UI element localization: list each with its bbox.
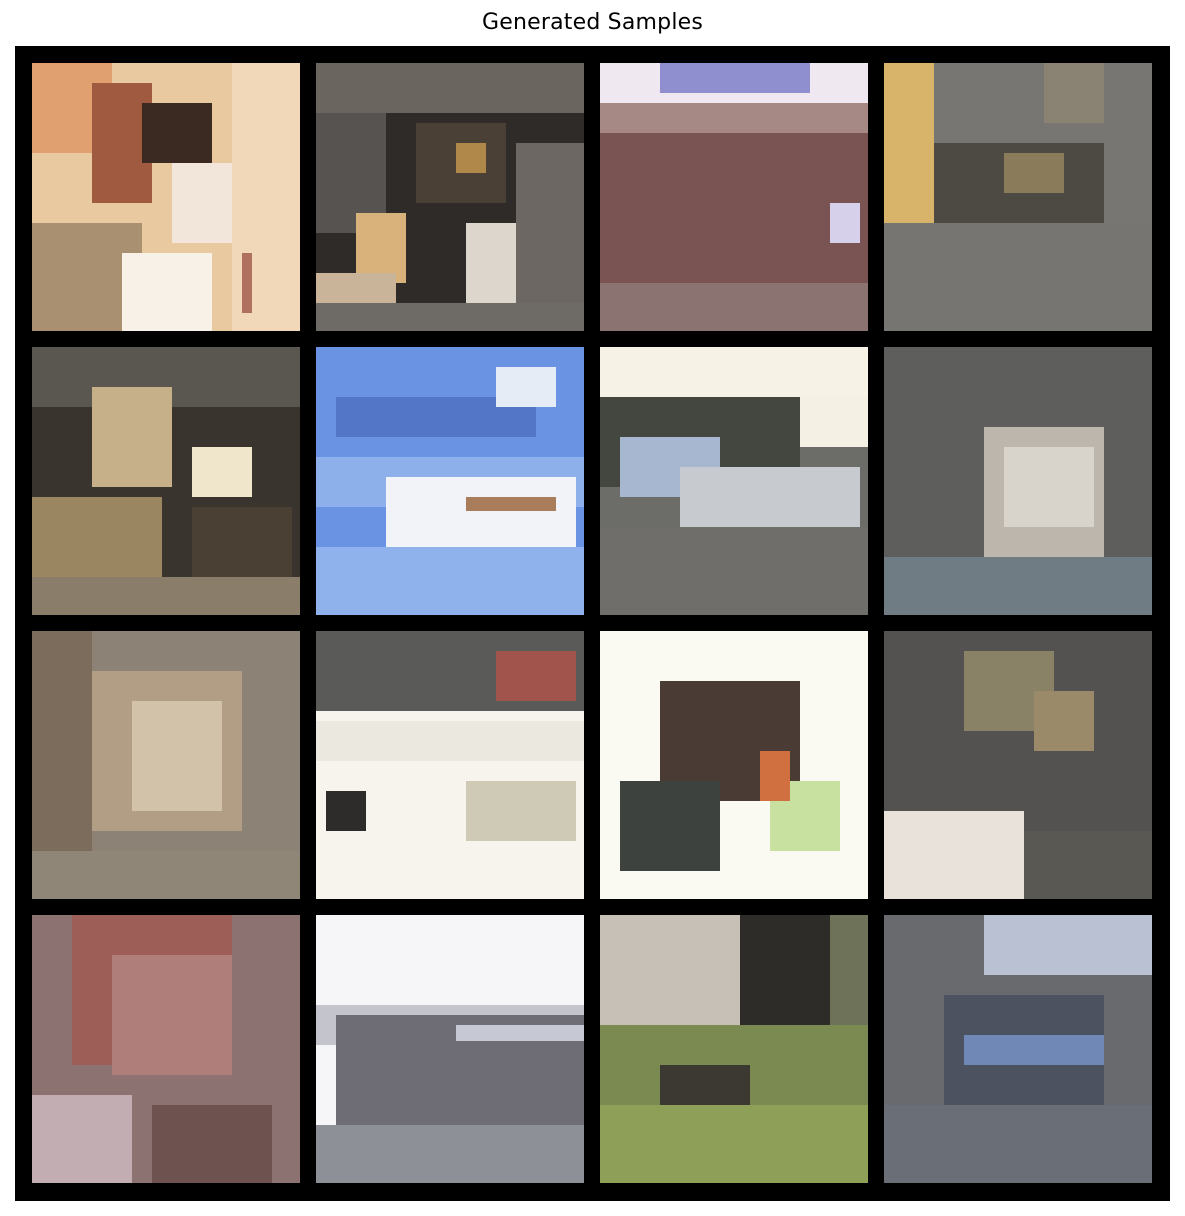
sample-image-8 — [884, 347, 1152, 615]
sample-image-13 — [32, 915, 300, 1183]
sample-grid — [15, 46, 1170, 1201]
sample-image-12 — [884, 631, 1152, 899]
sample-image-16 — [884, 915, 1152, 1183]
sample-image-14 — [316, 915, 584, 1183]
sample-image-2 — [316, 63, 584, 331]
sample-image-5 — [32, 347, 300, 615]
sample-image-4 — [884, 63, 1152, 331]
sample-image-1 — [32, 63, 300, 331]
sample-image-10 — [316, 631, 584, 899]
figure-title: Generated Samples — [481, 10, 704, 35]
sample-image-11 — [600, 631, 868, 899]
sample-image-6 — [316, 347, 584, 615]
sample-image-15 — [600, 915, 868, 1183]
sample-image-7 — [600, 347, 868, 615]
sample-image-3 — [600, 63, 868, 331]
sample-image-9 — [32, 631, 300, 899]
